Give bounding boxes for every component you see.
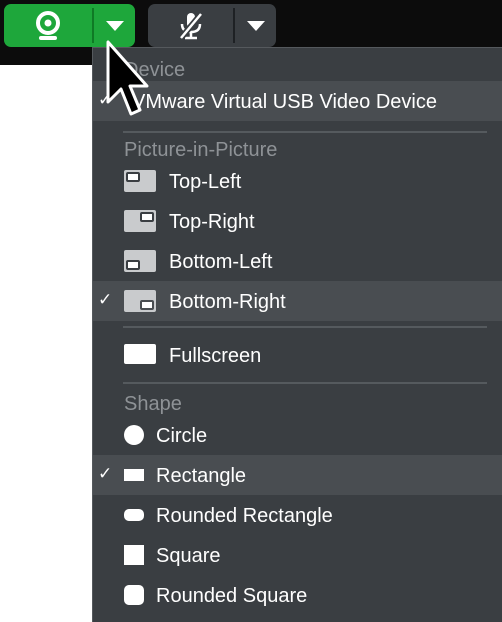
- menu-item-square[interactable]: Square: [93, 535, 502, 575]
- menu-item-label: Top-Right: [169, 211, 255, 233]
- pip-bottom-right-icon: [124, 290, 156, 312]
- rounded-square-icon: [124, 585, 144, 605]
- pip-top-right-icon: [124, 210, 156, 232]
- menu-item-rounded-square[interactable]: Rounded Square: [93, 575, 502, 615]
- camera-options-menu: Device ✓ VMware Virtual USB Video Device…: [92, 47, 502, 622]
- menu-item-top-right[interactable]: Top-Right: [93, 201, 502, 241]
- menu-item-circle[interactable]: Circle: [93, 415, 502, 455]
- menu-item-bottom-right[interactable]: ✓ Bottom-Right: [93, 281, 502, 321]
- checkmark-icon: ✓: [98, 290, 113, 309]
- menu-item-bottom-left[interactable]: Bottom-Left: [93, 241, 502, 281]
- menu-item-label: Rounded Rectangle: [156, 505, 333, 527]
- menu-item-rectangle[interactable]: ✓ Rectangle: [93, 455, 502, 495]
- menu-item-label: Rectangle: [156, 465, 247, 487]
- square-icon: [124, 545, 144, 565]
- menu-item-label: Circle: [156, 425, 208, 447]
- menu-item-device[interactable]: ✓ VMware Virtual USB Video Device: [93, 81, 502, 121]
- menu-item-fullscreen[interactable]: Fullscreen: [93, 335, 502, 375]
- mouse-pointer-icon: [106, 40, 149, 116]
- microphone-options-dropdown-button[interactable]: [235, 4, 276, 47]
- chevron-down-icon: [246, 20, 265, 31]
- menu-item-label: Fullscreen: [169, 345, 262, 367]
- pip-bottom-left-icon: [124, 250, 156, 272]
- fullscreen-icon: [124, 344, 156, 364]
- circle-icon: [124, 425, 144, 445]
- menu-item-label: Bottom-Right: [169, 291, 286, 313]
- menu-separator: [123, 326, 487, 328]
- menu-item-label: VMware Virtual USB Video Device: [132, 91, 437, 113]
- rounded-rectangle-icon: [124, 509, 144, 521]
- rectangle-icon: [124, 469, 144, 481]
- checkmark-icon: ✓: [98, 464, 113, 483]
- microphone-muted-icon: [178, 11, 203, 40]
- microphone-toggle-button[interactable]: [148, 4, 233, 47]
- menu-item-label: Top-Left: [169, 171, 242, 193]
- menu-item-top-left[interactable]: Top-Left: [93, 161, 502, 201]
- microphone-button-group: [148, 4, 276, 47]
- menu-item-rounded-rectangle[interactable]: Rounded Rectangle: [93, 495, 502, 535]
- menu-item-label: Rounded Square: [156, 585, 308, 607]
- menu-item-label: Bottom-Left: [169, 251, 273, 273]
- webcam-icon: [36, 10, 60, 40]
- camera-toggle-button[interactable]: [4, 4, 92, 47]
- menu-item-label: Square: [156, 545, 221, 567]
- chevron-down-icon: [105, 20, 124, 31]
- pip-top-left-icon: [124, 170, 156, 192]
